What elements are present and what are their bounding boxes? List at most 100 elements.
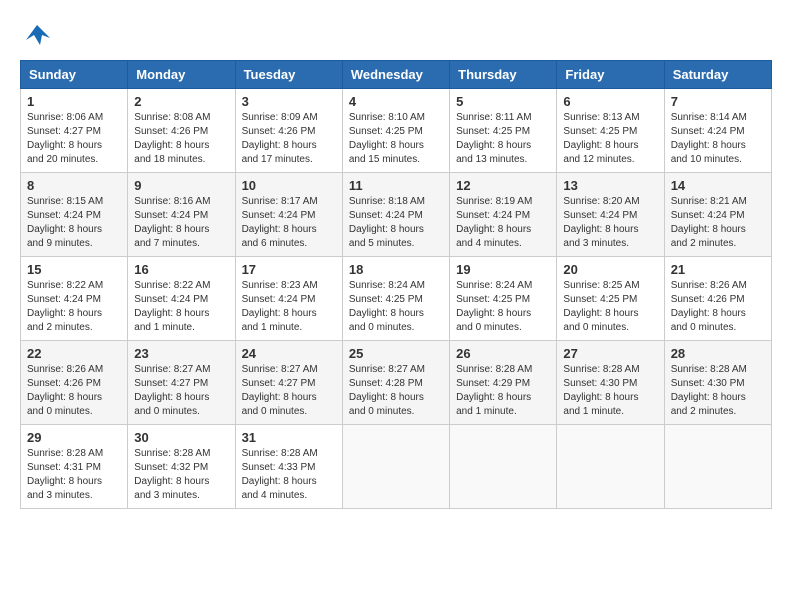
day-number: 26 <box>456 346 550 361</box>
day-info: Sunrise: 8:26 AMSunset: 4:26 PMDaylight:… <box>27 363 121 419</box>
logo <box>20 20 52 50</box>
day-info: Sunrise: 8:28 AMSunset: 4:31 PMDaylight:… <box>27 447 121 503</box>
day-number: 9 <box>134 178 228 193</box>
weekday-header-sunday: Sunday <box>21 61 128 89</box>
calendar-cell: 5 Sunrise: 8:11 AMSunset: 4:25 PMDaylight… <box>450 89 557 173</box>
day-info: Sunrise: 8:13 AMSunset: 4:25 PMDaylight:… <box>563 111 657 167</box>
day-number: 7 <box>671 94 765 109</box>
day-number: 6 <box>563 94 657 109</box>
day-number: 21 <box>671 262 765 277</box>
calendar-cell: 23Sunrise: 8:27 AMSunset: 4:27 PMDayligh… <box>128 341 235 425</box>
calendar-cell: 19Sunrise: 8:24 AMSunset: 4:25 PMDayligh… <box>450 257 557 341</box>
calendar-cell: 11 Sunrise: 8:18 AMSunset: 4:24 PMDayligh… <box>342 173 449 257</box>
day-info: Sunrise: 8:28 AMSunset: 4:30 PMDaylight:… <box>563 363 657 419</box>
day-number: 11 <box>349 178 443 193</box>
calendar-week-row: 22 Sunrise: 8:26 AMSunset: 4:26 PMDayligh… <box>21 341 772 425</box>
day-number: 2 <box>134 94 228 109</box>
day-number: 28 <box>671 346 765 361</box>
logo-bird-icon <box>22 20 52 50</box>
weekday-header-monday: Monday <box>128 61 235 89</box>
calendar-cell: 2Sunrise: 8:08 AMSunset: 4:26 PMDaylight… <box>128 89 235 173</box>
calendar-week-row: 1 Sunrise: 8:06 AMSunset: 4:27 PMDaylight… <box>21 89 772 173</box>
day-number: 30 <box>134 430 228 445</box>
calendar-cell <box>450 425 557 509</box>
day-info: Sunrise: 8:27 AMSunset: 4:27 PMDaylight:… <box>242 363 336 419</box>
weekday-header-friday: Friday <box>557 61 664 89</box>
weekday-header-thursday: Thursday <box>450 61 557 89</box>
day-number: 8 <box>27 178 121 193</box>
day-number: 5 <box>456 94 550 109</box>
day-info: Sunrise: 8:06 AMSunset: 4:27 PMDaylight:… <box>27 111 121 167</box>
day-info: Sunrise: 8:28 AMSunset: 4:29 PMDaylight:… <box>456 363 550 419</box>
weekday-header-saturday: Saturday <box>664 61 771 89</box>
day-info: Sunrise: 8:22 AMSunset: 4:24 PMDaylight:… <box>134 279 228 335</box>
day-number: 10 <box>242 178 336 193</box>
calendar-cell: 21 Sunrise: 8:26 AMSunset: 4:26 PMDayligh… <box>664 257 771 341</box>
calendar-cell: 24 Sunrise: 8:27 AMSunset: 4:27 PMDayligh… <box>235 341 342 425</box>
day-number: 13 <box>563 178 657 193</box>
calendar-cell: 17 Sunrise: 8:23 AMSunset: 4:24 PMDayligh… <box>235 257 342 341</box>
day-info: Sunrise: 8:19 AMSunset: 4:24 PMDaylight:… <box>456 195 550 251</box>
calendar-cell: 27 Sunrise: 8:28 AMSunset: 4:30 PMDayligh… <box>557 341 664 425</box>
day-info: Sunrise: 8:27 AMSunset: 4:28 PMDaylight:… <box>349 363 443 419</box>
day-info: Sunrise: 8:17 AMSunset: 4:24 PMDaylight:… <box>242 195 336 251</box>
day-number: 19 <box>456 262 550 277</box>
calendar-cell: 12 Sunrise: 8:19 AMSunset: 4:24 PMDayligh… <box>450 173 557 257</box>
calendar-cell: 4 Sunrise: 8:10 AMSunset: 4:25 PMDaylight… <box>342 89 449 173</box>
day-info: Sunrise: 8:25 AMSunset: 4:25 PMDaylight:… <box>563 279 657 335</box>
calendar-cell: 31Sunrise: 8:28 AMSunset: 4:33 PMDayligh… <box>235 425 342 509</box>
day-number: 29 <box>27 430 121 445</box>
calendar-header-row: SundayMondayTuesdayWednesdayThursdayFrid… <box>21 61 772 89</box>
day-info: Sunrise: 8:09 AMSunset: 4:26 PMDaylight:… <box>242 111 336 167</box>
calendar-cell: 26 Sunrise: 8:28 AMSunset: 4:29 PMDayligh… <box>450 341 557 425</box>
calendar-cell: 25 Sunrise: 8:27 AMSunset: 4:28 PMDayligh… <box>342 341 449 425</box>
day-info: Sunrise: 8:10 AMSunset: 4:25 PMDaylight:… <box>349 111 443 167</box>
calendar-cell: 29 Sunrise: 8:28 AMSunset: 4:31 PMDayligh… <box>21 425 128 509</box>
day-number: 24 <box>242 346 336 361</box>
calendar-cell: 10 Sunrise: 8:17 AMSunset: 4:24 PMDayligh… <box>235 173 342 257</box>
calendar-cell: 7 Sunrise: 8:14 AMSunset: 4:24 PMDaylight… <box>664 89 771 173</box>
calendar-cell: 14 Sunrise: 8:21 AMSunset: 4:24 PMDayligh… <box>664 173 771 257</box>
day-number: 20 <box>563 262 657 277</box>
day-number: 25 <box>349 346 443 361</box>
calendar-cell: 28Sunrise: 8:28 AMSunset: 4:30 PMDayligh… <box>664 341 771 425</box>
day-info: Sunrise: 8:22 AMSunset: 4:24 PMDaylight:… <box>27 279 121 335</box>
day-number: 4 <box>349 94 443 109</box>
day-info: Sunrise: 8:18 AMSunset: 4:24 PMDaylight:… <box>349 195 443 251</box>
day-number: 14 <box>671 178 765 193</box>
calendar-cell: 8 Sunrise: 8:15 AMSunset: 4:24 PMDaylight… <box>21 173 128 257</box>
calendar-cell: 30 Sunrise: 8:28 AMSunset: 4:32 PMDayligh… <box>128 425 235 509</box>
day-number: 22 <box>27 346 121 361</box>
calendar-cell <box>342 425 449 509</box>
day-info: Sunrise: 8:23 AMSunset: 4:24 PMDaylight:… <box>242 279 336 335</box>
calendar-cell: 22 Sunrise: 8:26 AMSunset: 4:26 PMDayligh… <box>21 341 128 425</box>
day-info: Sunrise: 8:27 AMSunset: 4:27 PMDaylight:… <box>134 363 228 419</box>
calendar-cell: 1 Sunrise: 8:06 AMSunset: 4:27 PMDaylight… <box>21 89 128 173</box>
day-number: 31 <box>242 430 336 445</box>
page-header <box>20 20 772 50</box>
day-number: 1 <box>27 94 121 109</box>
day-number: 18 <box>349 262 443 277</box>
day-info: Sunrise: 8:24 AMSunset: 4:25 PMDaylight:… <box>349 279 443 335</box>
calendar-table: SundayMondayTuesdayWednesdayThursdayFrid… <box>20 60 772 509</box>
day-info: Sunrise: 8:20 AMSunset: 4:24 PMDaylight:… <box>563 195 657 251</box>
day-number: 12 <box>456 178 550 193</box>
day-info: Sunrise: 8:21 AMSunset: 4:24 PMDaylight:… <box>671 195 765 251</box>
calendar-cell: 15Sunrise: 8:22 AMSunset: 4:24 PMDayligh… <box>21 257 128 341</box>
day-info: Sunrise: 8:15 AMSunset: 4:24 PMDaylight:… <box>27 195 121 251</box>
calendar-week-row: 15Sunrise: 8:22 AMSunset: 4:24 PMDayligh… <box>21 257 772 341</box>
day-info: Sunrise: 8:14 AMSunset: 4:24 PMDaylight:… <box>671 111 765 167</box>
calendar-cell: 9Sunrise: 8:16 AMSunset: 4:24 PMDaylight… <box>128 173 235 257</box>
day-info: Sunrise: 8:11 AMSunset: 4:25 PMDaylight:… <box>456 111 550 167</box>
calendar-week-row: 29 Sunrise: 8:28 AMSunset: 4:31 PMDayligh… <box>21 425 772 509</box>
calendar-week-row: 8 Sunrise: 8:15 AMSunset: 4:24 PMDaylight… <box>21 173 772 257</box>
day-info: Sunrise: 8:28 AMSunset: 4:32 PMDaylight:… <box>134 447 228 503</box>
day-info: Sunrise: 8:26 AMSunset: 4:26 PMDaylight:… <box>671 279 765 335</box>
day-number: 27 <box>563 346 657 361</box>
calendar-cell <box>557 425 664 509</box>
calendar-cell: 6 Sunrise: 8:13 AMSunset: 4:25 PMDaylight… <box>557 89 664 173</box>
day-number: 17 <box>242 262 336 277</box>
calendar-cell: 16Sunrise: 8:22 AMSunset: 4:24 PMDayligh… <box>128 257 235 341</box>
calendar-cell: 3Sunrise: 8:09 AMSunset: 4:26 PMDaylight… <box>235 89 342 173</box>
weekday-header-wednesday: Wednesday <box>342 61 449 89</box>
